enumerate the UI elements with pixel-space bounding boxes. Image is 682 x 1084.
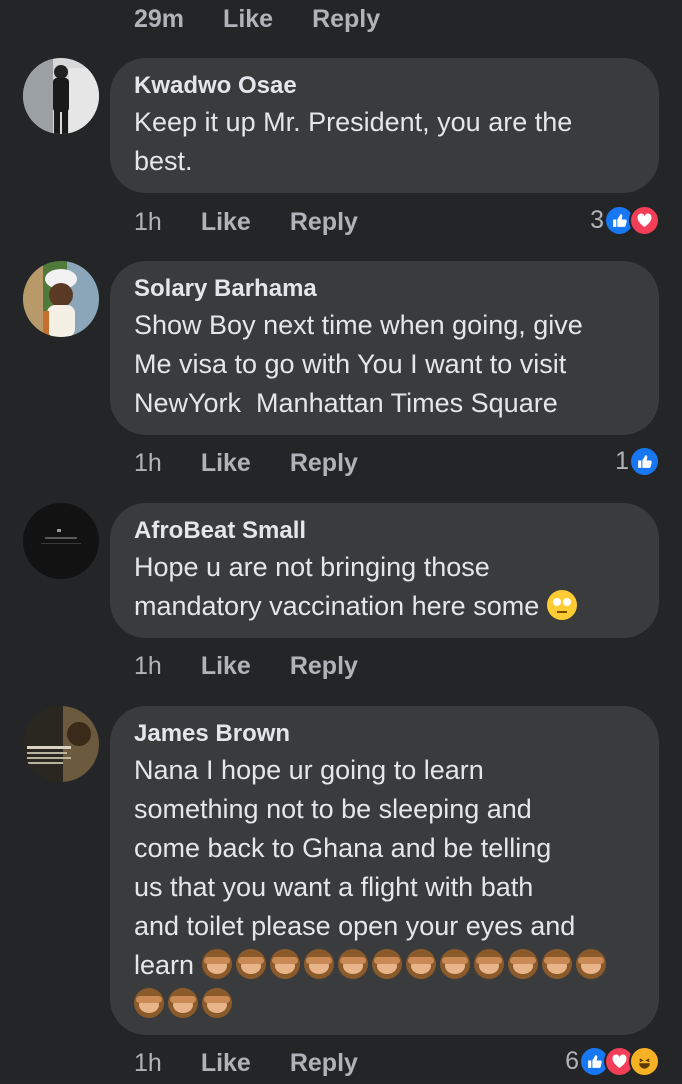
avatar[interactable] <box>23 706 99 782</box>
like-link[interactable]: Like <box>201 208 251 237</box>
comment-bubble: Kwadwo Osae Keep it up Mr. President, yo… <box>110 58 659 193</box>
see-no-evil-monkey-emoji <box>235 949 266 979</box>
reply-link[interactable]: Reply <box>290 208 358 237</box>
see-no-evil-monkey-emoji <box>507 949 538 979</box>
haha-icon <box>629 1045 660 1077</box>
reaction-count: 3 <box>590 205 604 234</box>
avatar[interactable] <box>23 261 99 337</box>
comment-text: Show Boy next time when going, give Me v… <box>134 310 583 418</box>
comment-text: Keep it up Mr. President, you are the be… <box>134 107 573 176</box>
comment-actions: 1h Like Reply <box>134 445 358 481</box>
reactions-summary[interactable]: 1 <box>615 443 660 479</box>
see-no-evil-monkey-emoji <box>405 949 436 979</box>
reactions-summary[interactable]: 3 <box>590 202 660 238</box>
comments-thread: 29m Like Reply Kwadwo Osae Keep it up Mr… <box>0 0 682 1084</box>
like-icon <box>629 445 660 477</box>
avatar-image <box>23 706 99 782</box>
see-no-evil-monkey-emoji <box>337 949 368 979</box>
see-no-evil-monkey-emoji <box>371 949 402 979</box>
see-no-evil-monkey-emoji <box>575 949 606 979</box>
comment-author[interactable]: Solary Barhama <box>134 272 635 306</box>
reaction-count: 1 <box>615 446 629 475</box>
see-no-evil-monkey-emoji <box>134 988 164 1018</box>
reply-link[interactable]: Reply <box>290 652 358 681</box>
comment-time[interactable]: 1h <box>134 652 162 681</box>
avatar-image <box>23 58 99 134</box>
comment-author[interactable]: AfroBeat Small <box>134 514 635 548</box>
avatar[interactable] <box>23 58 99 134</box>
comment-time[interactable]: 29m <box>134 5 184 34</box>
comment-text: Nana I hope ur going to learn something … <box>134 751 635 1024</box>
reactions-summary[interactable]: 6 <box>565 1043 660 1079</box>
comment-author[interactable]: James Brown <box>134 717 635 751</box>
reply-link[interactable]: Reply <box>290 1049 358 1078</box>
face-with-rolling-eyes-emoji <box>547 590 578 620</box>
love-icon <box>629 204 660 236</box>
comment-actions: 1h Like Reply <box>134 648 358 684</box>
comment-time[interactable]: 1h <box>134 449 162 478</box>
comment-text: Hope u are not bringing those mandatory … <box>134 548 635 626</box>
see-no-evil-monkey-emoji <box>201 949 232 979</box>
comment-author[interactable]: Kwadwo Osae <box>134 69 635 103</box>
avatar[interactable] <box>23 503 99 579</box>
reply-link[interactable]: Reply <box>290 449 358 478</box>
comment-time[interactable]: 1h <box>134 1049 162 1078</box>
comment-time[interactable]: 1h <box>134 208 162 237</box>
like-link[interactable]: Like <box>201 449 251 478</box>
comment-text-content: Hope u are not bringing those mandatory … <box>134 552 540 621</box>
avatar-image <box>23 503 99 579</box>
see-no-evil-monkey-emoji <box>168 988 198 1018</box>
comment-actions: 29m Like Reply <box>134 1 380 37</box>
see-no-evil-monkey-emoji <box>202 988 232 1018</box>
comment-bubble: James Brown Nana I hope ur going to lear… <box>110 706 659 1035</box>
avatar-image <box>23 261 99 337</box>
comment-actions: 1h Like Reply <box>134 204 358 240</box>
reply-link[interactable]: Reply <box>312 5 380 34</box>
see-no-evil-monkey-emoji <box>473 949 504 979</box>
emoji-row <box>134 949 610 1019</box>
comment-bubble: AfroBeat Small Hope u are not bringing t… <box>110 503 659 638</box>
see-no-evil-monkey-emoji <box>439 949 470 979</box>
like-link[interactable]: Like <box>223 5 273 34</box>
like-link[interactable]: Like <box>201 1049 251 1078</box>
comment-bubble: Solary Barhama Show Boy next time when g… <box>110 261 659 435</box>
comment-text-content: Nana I hope ur going to learn something … <box>134 755 576 980</box>
like-link[interactable]: Like <box>201 652 251 681</box>
see-no-evil-monkey-emoji <box>541 949 572 979</box>
reaction-count: 6 <box>565 1046 579 1075</box>
comment-actions: 1h Like Reply <box>134 1045 358 1081</box>
see-no-evil-monkey-emoji <box>303 949 334 979</box>
see-no-evil-monkey-emoji <box>269 949 300 979</box>
